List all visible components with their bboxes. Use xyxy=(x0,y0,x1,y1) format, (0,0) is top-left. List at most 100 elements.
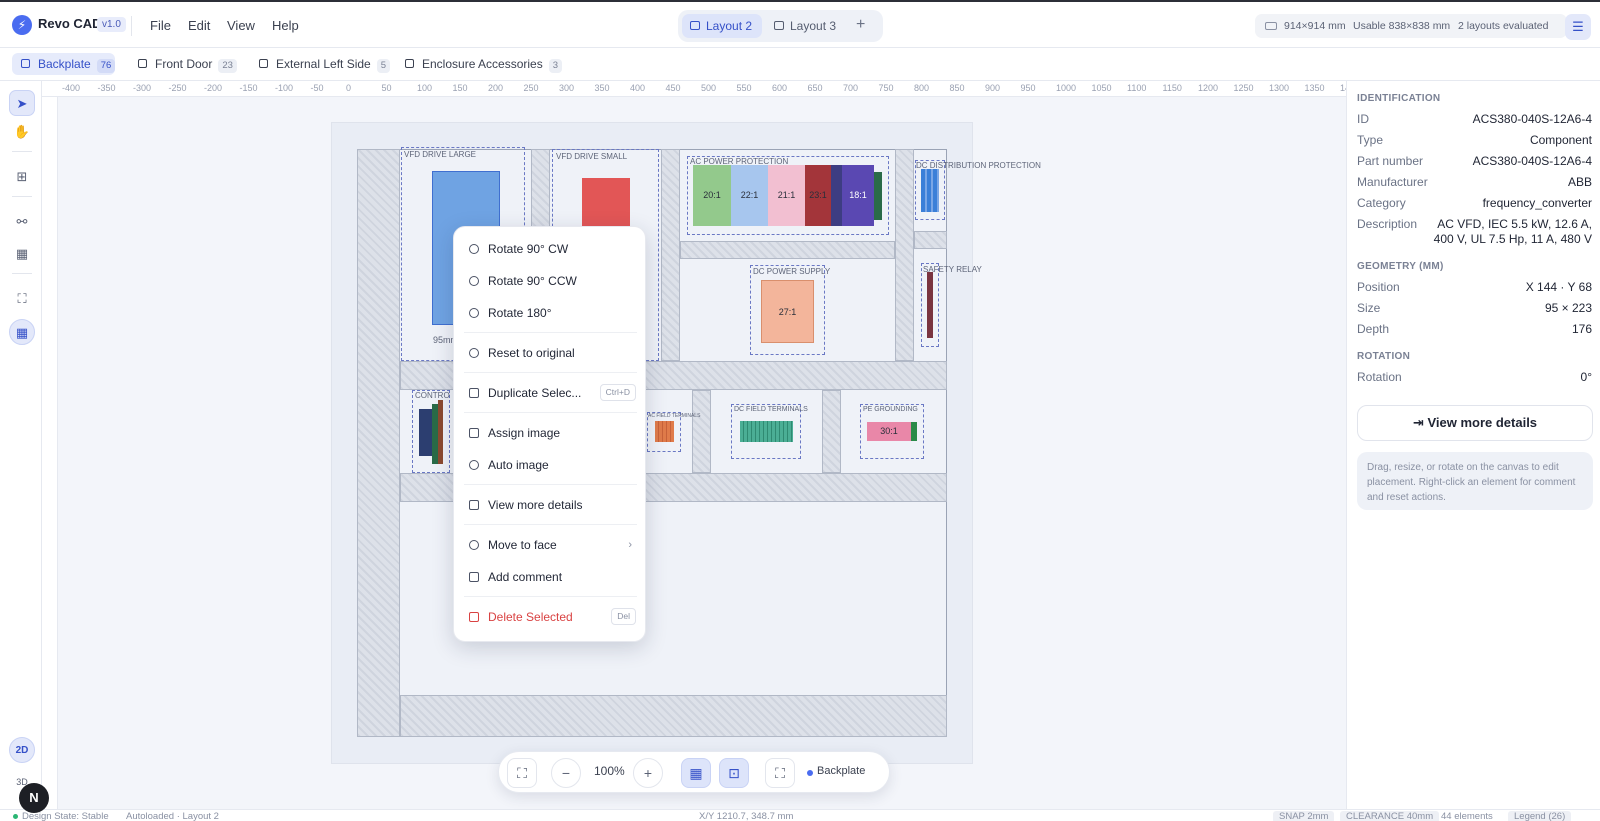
grid-toggle-icon[interactable]: ▦ xyxy=(9,319,35,345)
rotate-180-item[interactable]: Rotate 180° xyxy=(466,301,636,325)
type-value: Component xyxy=(1529,133,1592,147)
add-comment-item[interactable]: Add comment xyxy=(466,565,636,589)
ruler-tick: 700 xyxy=(843,83,859,93)
rotate-cw-item[interactable]: Rotate 90° CW xyxy=(466,237,636,261)
pan-hand-icon[interactable]: ✋ xyxy=(9,119,35,145)
dc-breaker-component[interactable] xyxy=(921,169,939,212)
view-more-details-button[interactable]: ⇥ View more details xyxy=(1357,405,1593,441)
breaker-component[interactable]: 22:1 xyxy=(731,165,768,226)
reset-item[interactable]: Reset to original xyxy=(466,341,636,365)
grid-toggle-icon[interactable]: ▦ xyxy=(681,758,711,788)
menu-view[interactable]: View xyxy=(227,18,255,33)
app-name: Revo CAD xyxy=(38,16,102,31)
position-label: Position xyxy=(1357,280,1400,294)
snap-toggle-icon[interactable]: ⊡ xyxy=(719,758,749,788)
ruler-tick: 850 xyxy=(949,83,965,93)
snap-chip[interactable]: SNAP 2mm xyxy=(1273,811,1335,821)
menu-label: Rotate 90° CCW xyxy=(488,274,577,288)
control-component[interactable] xyxy=(419,409,432,456)
zone-label: CONTRO xyxy=(415,391,450,400)
control-component[interactable] xyxy=(438,400,443,464)
breaker-component[interactable]: 23:1 xyxy=(805,165,831,226)
ruler-tick: 1050 xyxy=(1091,83,1112,93)
fit-frame-icon[interactable]: ⛶ xyxy=(9,286,35,312)
zoom-toolbar: ⛶ − 100% + ▦ ⊡ ⛶ Backplate xyxy=(498,751,890,793)
wire-duct xyxy=(895,149,914,361)
menu-label: Move to face xyxy=(488,538,557,552)
safety-relay-component[interactable] xyxy=(927,272,933,338)
divider xyxy=(12,196,32,197)
ruler-tick: -250 xyxy=(168,83,187,93)
vfd-small-component[interactable] xyxy=(582,178,630,228)
select-pointer-icon[interactable]: ➤ xyxy=(9,90,35,116)
delete-item[interactable]: Delete Selected Del xyxy=(466,605,636,629)
manufacturer-value: ABB xyxy=(1567,175,1592,189)
duplicate-item[interactable]: Duplicate Selec... Ctrl+D xyxy=(466,381,636,405)
pe-terminal[interactable]: 30:1 xyxy=(867,422,911,441)
connections-icon[interactable]: ⚯ xyxy=(9,209,35,235)
breaker-component[interactable]: 20:1 xyxy=(693,165,731,226)
details-icon xyxy=(469,500,479,510)
terminal-block[interactable] xyxy=(740,421,793,442)
clearance-chip[interactable]: CLEARANCE 40mm xyxy=(1340,811,1440,821)
part-number-label: Part number xyxy=(1357,154,1424,168)
layout-icon xyxy=(690,21,700,30)
auto-image-item[interactable]: Auto image xyxy=(466,453,636,477)
menu-file[interactable]: File xyxy=(150,18,171,33)
count-badge: 23 xyxy=(218,59,237,73)
assign-image-item[interactable]: Assign image xyxy=(466,421,636,445)
rotation-label: Rotation xyxy=(1357,370,1402,384)
context-menu: Rotate 90° CW Rotate 90° CCW Rotate 180°… xyxy=(453,226,646,642)
element-count: 44 elements xyxy=(1441,811,1493,821)
layouts-evaluated: 2 layouts evaluated xyxy=(1458,20,1549,32)
terminal-block[interactable] xyxy=(655,421,674,442)
magic-wand-icon xyxy=(469,460,479,470)
breaker-component[interactable] xyxy=(831,165,842,226)
tab-front-door[interactable]: Front Door 23 xyxy=(129,53,237,75)
menu-label: Reset to original xyxy=(488,346,575,360)
tab-label: Layout 3 xyxy=(790,19,837,33)
add-component-icon[interactable]: ⊞ xyxy=(9,164,35,190)
position-value: X 144 · Y 68 xyxy=(1525,280,1592,294)
tab-external-left-side[interactable]: External Left Side 5 xyxy=(250,53,391,75)
zoom-in-button[interactable]: + xyxy=(633,758,663,788)
ruler-tick: 600 xyxy=(772,83,788,93)
view-details-item[interactable]: View more details xyxy=(466,493,636,517)
menu-help[interactable]: Help xyxy=(272,18,299,33)
move-to-face-item[interactable]: Move to face › xyxy=(466,533,636,557)
tab-backplate[interactable]: Backplate 76 xyxy=(12,53,116,75)
tab-layout-3[interactable]: Layout 3 xyxy=(766,14,846,38)
horizontal-ruler: -400 -350 -300 -250 -200 -150 -100 -50 0 50 100 150… xyxy=(42,81,1346,97)
rotate-ccw-item[interactable]: Rotate 90° CCW xyxy=(466,269,636,293)
legend-chip[interactable]: Legend (26) xyxy=(1508,811,1572,821)
rotate-180-icon xyxy=(469,308,479,318)
assistant-n-icon[interactable]: N xyxy=(19,783,49,813)
depth-label: Depth xyxy=(1357,322,1390,336)
image-icon xyxy=(469,428,479,438)
breaker-component[interactable] xyxy=(874,172,882,220)
pe-terminal[interactable] xyxy=(911,422,917,441)
zoom-out-button[interactable]: − xyxy=(551,758,581,788)
mode-2d-button[interactable]: 2D xyxy=(9,737,35,763)
wire-duct xyxy=(357,149,400,737)
power-supply-component[interactable]: 27:1 xyxy=(761,280,814,343)
tab-enclosure-accessories[interactable]: Enclosure Accessories 3 xyxy=(396,53,563,75)
tab-layout-2[interactable]: Layout 2 xyxy=(682,14,762,38)
ruler-tick: 1300 xyxy=(1269,83,1290,93)
divider xyxy=(464,332,637,333)
grid-icon xyxy=(405,59,414,68)
ruler-tick: -100 xyxy=(275,83,294,93)
fit-view-icon[interactable]: ⛶ xyxy=(507,758,537,788)
ruler-tick: 500 xyxy=(701,83,717,93)
menu-label: Rotate 180° xyxy=(488,306,552,320)
menu-edit[interactable]: Edit xyxy=(188,18,210,33)
logo-bolt-icon: ⚡ xyxy=(12,15,32,35)
panel-toggle-icon[interactable]: ☰ xyxy=(1565,14,1591,40)
breaker-component[interactable]: 18:1 xyxy=(842,165,874,226)
wire-duct xyxy=(661,149,680,361)
components-grid-icon[interactable]: ▦ xyxy=(9,241,35,267)
recenter-icon[interactable]: ⛶ xyxy=(765,758,795,788)
tool-rail: ➤ ✋ ⊞ ⚯ ▦ ⛶ ▦ 2D 3D xyxy=(0,81,42,809)
breaker-component[interactable]: 21:1 xyxy=(768,165,805,226)
add-layout-button[interactable]: + xyxy=(856,16,865,34)
